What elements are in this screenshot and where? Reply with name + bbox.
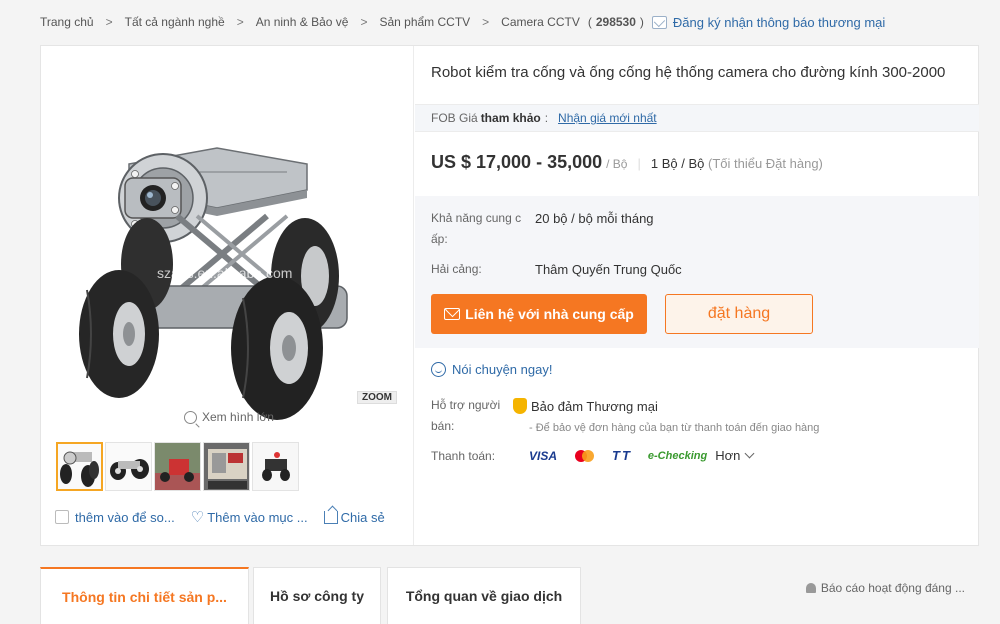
fob-label: FOB Giá	[431, 111, 478, 125]
breadcrumb-cctv-products[interactable]: Sản phẩm CCTV	[379, 15, 470, 29]
trade-assurance-label: Bảo đảm Thương mại	[531, 398, 658, 414]
support-label-line-2: bán:	[431, 419, 455, 433]
tab-product-details[interactable]: Thông tin chi tiết sản p...	[40, 567, 249, 624]
envelope-icon	[444, 308, 461, 320]
fob-colon: :	[544, 111, 549, 125]
price-row: US $ 17,000 - 35,000 / Bộ | 1 Bộ / Bộ (T…	[431, 152, 823, 173]
price-divider: |	[637, 156, 641, 171]
price-range: US $ 17,000 - 35,000	[431, 152, 603, 172]
subscribe-link[interactable]: Đăng ký nhận thông báo thương mại	[651, 14, 886, 30]
tab-company-profile[interactable]: Hồ sơ công ty	[253, 567, 381, 624]
support-label-line-1: Hỗ trợ người	[431, 398, 501, 412]
trade-assurance[interactable]: Bảo đảm Thương mại	[513, 398, 658, 414]
min-order-note: (Tối thiểu Đặt hàng)	[707, 156, 823, 171]
count-close: )	[639, 15, 644, 29]
breadcrumb-separator: >	[360, 15, 368, 29]
supply-ability-value: 20 bộ / bộ mỗi tháng	[535, 211, 654, 226]
breadcrumb-separator: >	[105, 15, 113, 29]
chat-icon	[431, 362, 446, 377]
share-label: Chia sẻ	[340, 509, 385, 525]
thumbnail-5[interactable]	[252, 442, 299, 491]
product-card: szans.en.alibaba.com ZOOM Xem hình lớn t…	[40, 45, 979, 546]
breadcrumb-security[interactable]: An ninh & Bảo vệ	[256, 15, 349, 29]
contact-supplier-label: Liên hệ với nhà cung cấp	[465, 306, 634, 322]
breadcrumb-separator: >	[236, 15, 244, 29]
thumbnail-2[interactable]	[105, 442, 152, 491]
tab-transaction-overview[interactable]: Tổng quan về giao dịch	[387, 567, 581, 624]
product-info: Robot kiểm tra cống và ống cống hệ thống…	[415, 46, 979, 545]
thumbnail-4[interactable]	[203, 442, 250, 491]
breadcrumb-all-industries[interactable]: Tất cả ngành nghề	[125, 15, 225, 29]
detail-tabs: Thông tin chi tiết sản p... Hồ sơ công t…	[40, 565, 979, 624]
subscribe-label: Đăng ký nhận thông báo thương mại	[672, 14, 886, 30]
heart-icon: ♡	[190, 509, 205, 526]
visa-icon: VISA	[529, 448, 558, 463]
share-action[interactable]: Chia sẻ	[323, 509, 385, 525]
min-order: 1 Bộ / Bộ (Tối thiểu Đặt hàng)	[651, 156, 823, 171]
supply-label-line-1: Khả năng cung c	[431, 211, 522, 225]
watermark-text: szans.en.alibaba.com	[157, 265, 292, 281]
seller-support-label: Hỗ trợ người bán:	[431, 395, 500, 437]
report-label: Báo cáo hoạt động đáng ...	[820, 581, 965, 595]
fob-reference: tham khảo	[480, 111, 541, 125]
mail-icon	[651, 15, 667, 29]
product-gallery: szans.en.alibaba.com ZOOM Xem hình lớn t…	[41, 46, 414, 545]
more-payment-toggle[interactable]: Hơn	[715, 448, 755, 463]
favorite-label: Thêm vào mục ...	[207, 509, 308, 525]
thumbnail-strip	[56, 442, 299, 491]
breadcrumb-cctv-camera[interactable]: Camera CCTV	[501, 15, 580, 29]
more-label: Hơn	[715, 448, 741, 463]
zoom-badge: ZOOM	[357, 391, 397, 404]
details-panel: Khả năng cung c ấp: 20 bộ / bộ mỗi tháng…	[415, 196, 979, 348]
compare-checkbox[interactable]	[55, 510, 69, 524]
share-icon	[323, 510, 338, 524]
breadcrumb-home[interactable]: Trang chủ	[40, 15, 94, 29]
payment-label: Thanh toán:	[431, 449, 496, 463]
gallery-actions: thêm vào để so... ♡ Thêm vào mục ... Chi…	[55, 508, 385, 526]
magnifier-icon	[184, 410, 197, 424]
report-activity-link[interactable]: Báo cáo hoạt động đáng ...	[805, 581, 965, 595]
trade-assurance-note: - Để bảo vệ đơn hàng của bạn từ thanh to…	[529, 422, 820, 434]
shield-icon	[513, 398, 527, 414]
product-count: (298530)	[588, 15, 644, 29]
payment-methods: VISA TT e-Checking Hơn	[529, 448, 755, 463]
min-order-value: 1 Bộ / Bộ	[650, 156, 705, 171]
fob-price-row: FOB Giá tham khảo : Nhận giá mới nhất	[415, 104, 979, 132]
product-main-image[interactable]: szans.en.alibaba.com	[57, 86, 397, 426]
favorite-action[interactable]: ♡ Thêm vào mục ...	[191, 508, 308, 526]
price-unit: / Bộ	[606, 157, 628, 171]
chat-now-link[interactable]: Nói chuyện ngay!	[431, 362, 552, 377]
chat-now-label: Nói chuyện ngay!	[452, 362, 553, 377]
mastercard-icon	[575, 449, 595, 462]
view-larger-link[interactable]: Xem hình lớn	[184, 410, 274, 424]
latest-price-link[interactable]: Nhận giá mới nhất	[558, 111, 657, 125]
supply-ability-label: Khả năng cung c ấp:	[431, 208, 521, 250]
tt-icon: TT	[612, 448, 632, 463]
port-label: Hải cảng:	[431, 262, 482, 276]
contact-supplier-button[interactable]: Liên hệ với nhà cung cấp	[431, 294, 647, 334]
echecking-icon: e-Checking	[647, 449, 708, 462]
report-icon	[805, 583, 816, 593]
thumbnail-1[interactable]	[56, 442, 103, 491]
port-value: Thâm Quyến Trung Quốc	[535, 262, 682, 277]
thumbnail-3[interactable]	[154, 442, 201, 491]
chevron-down-icon	[744, 448, 755, 459]
count-open: (	[587, 15, 592, 29]
compare-action[interactable]: thêm vào để so...	[55, 510, 175, 525]
breadcrumb: Trang chủ > Tất cả ngành nghề > An ninh …	[40, 12, 885, 32]
order-button[interactable]: đặt hàng	[665, 294, 813, 334]
supply-label-line-2: ấp:	[431, 232, 448, 246]
view-larger-label: Xem hình lớn	[202, 410, 274, 424]
breadcrumb-separator: >	[482, 15, 490, 29]
product-title: Robot kiểm tra cống và ống cống hệ thống…	[431, 64, 946, 81]
compare-label: thêm vào để so...	[75, 509, 175, 525]
count-value: 298530	[595, 15, 636, 29]
